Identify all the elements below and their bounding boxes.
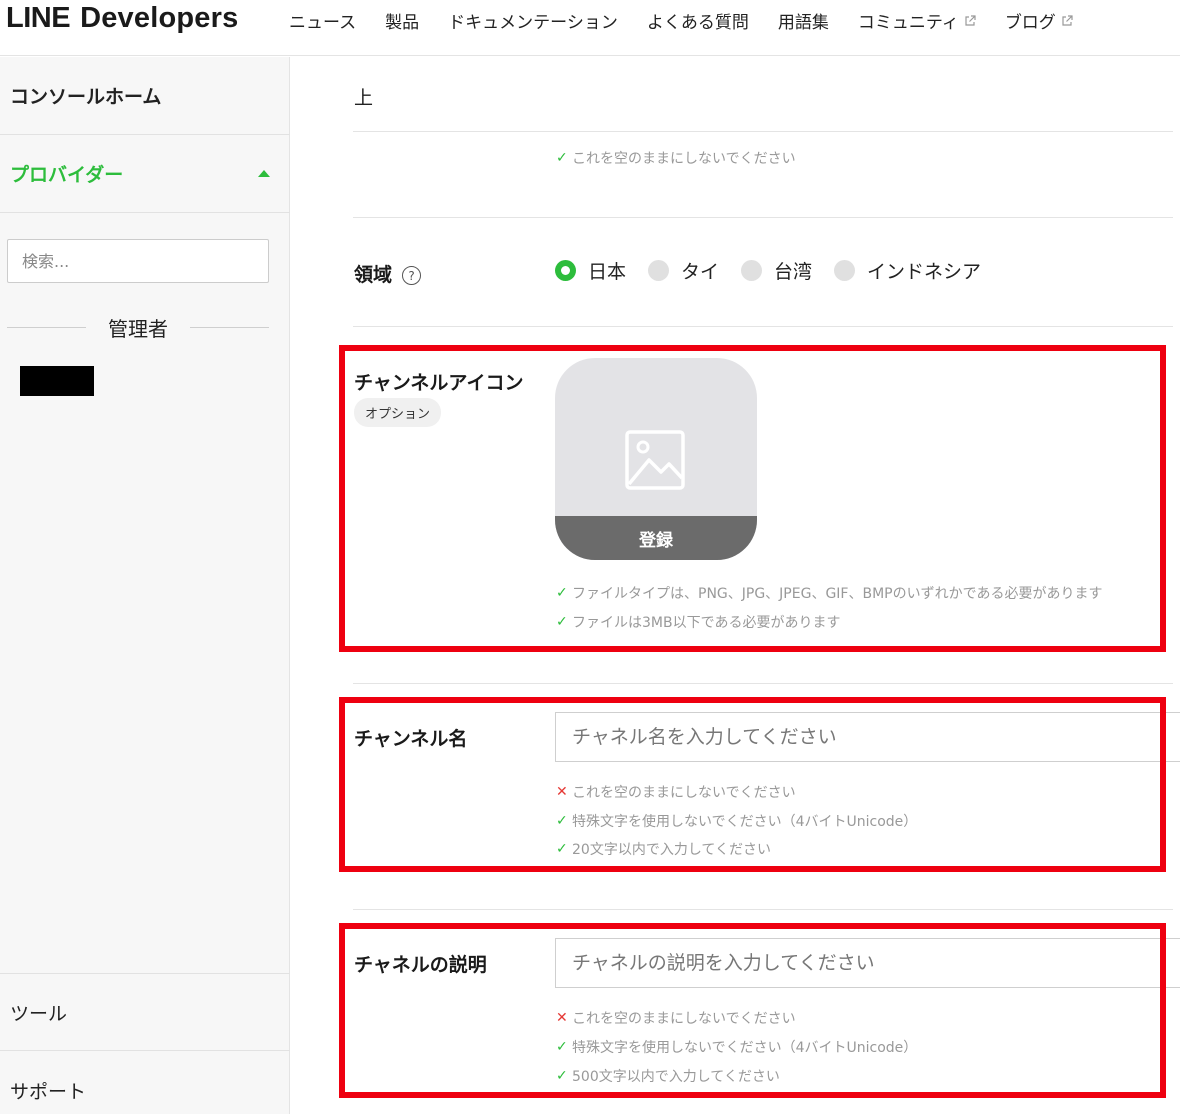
nav-community-label: コミュニティ [857,13,959,33]
region-label: 領域? [354,260,422,287]
nav-community[interactable]: コミュニティ [858,8,976,33]
sidebar-provider-label: プロバイダー [10,164,124,186]
nav-documentation-label: ドキュメンテーション [448,13,618,33]
validation-hint: ✓ これを空のままにしないでください [556,148,796,168]
radio-unselected-icon [834,260,856,281]
region-label-text: 領域 [354,264,393,286]
nav-blog-label: ブログ [1004,13,1056,33]
highlight-box-channel-description [339,923,1166,1098]
check-icon: ✓ [556,150,568,166]
nav-news[interactable]: ニュース [289,8,356,33]
nav-faq-label: よくある質問 [646,13,749,33]
divider-line [7,327,86,328]
top-nav: ニュース 製品 ドキュメンテーション よくある質問 用語集 コミュニティ ブログ [289,8,1102,33]
sidebar-console-home-label: コンソールホーム [10,86,162,108]
nav-blog[interactable]: ブログ [1005,8,1073,33]
sidebar-tools-label: ツール [10,1002,68,1025]
radio-unselected-icon [648,260,670,281]
highlight-box-channel-name [339,697,1166,872]
region-option-thailand[interactable]: タイ [648,257,719,284]
nav-faq[interactable]: よくある質問 [647,8,749,33]
nav-products-label: 製品 [385,13,420,33]
divider-line [190,327,269,328]
external-link-icon [965,14,976,26]
region-option-taiwan[interactable]: 台湾 [741,257,812,284]
sidebar-item-provider[interactable]: プロバイダー [0,135,290,213]
sidebar-support-label: サポート [10,1080,87,1103]
sidebar-search-input[interactable] [7,239,269,283]
nav-glossary[interactable]: 用語集 [778,8,829,33]
previous-field-value: 上 [354,87,374,109]
nav-products[interactable]: 製品 [385,8,419,33]
line-developers-logo[interactable]: LINE Developers [6,2,238,35]
divider [353,217,1173,218]
divider [353,131,1173,132]
region-option-japan[interactable]: 日本 [555,257,626,284]
nav-glossary-label: 用語集 [777,13,829,33]
region-option-label: 台湾 [774,261,813,283]
divider [353,683,1173,684]
sidebar-item-console-home[interactable]: コンソールホーム [0,57,290,135]
divider [353,909,1173,910]
radio-selected-icon [555,260,576,281]
sidebar-item-tools[interactable]: ツール [0,973,290,1051]
logo-line: LINE [6,2,71,34]
radio-unselected-icon [741,260,763,281]
redacted-provider-name[interactable] [20,366,94,396]
region-option-indonesia[interactable]: インドネシア [834,257,981,284]
sidebar-item-support[interactable]: サポート [0,1051,290,1114]
top-header: LINE Developers ニュース 製品 ドキュメンテーション よくある質問… [0,0,1180,56]
divider [353,326,1173,327]
region-radio-group: 日本 タイ 台湾 インドネシア [555,257,1003,284]
admin-divider: 管理者 [7,313,269,342]
admin-label: 管理者 [108,317,168,341]
external-link-icon [1062,14,1073,26]
nav-documentation[interactable]: ドキュメンテーション [448,8,618,33]
logo-developers: Developers [80,2,239,34]
caret-up-icon [258,170,270,177]
hint-text: これを空のままにしないでください [572,151,796,167]
region-option-label: タイ [681,261,720,283]
region-option-label: 日本 [588,261,627,283]
help-icon[interactable]: ? [402,266,422,285]
nav-news-label: ニュース [289,13,357,33]
highlight-box-channel-icon [339,345,1166,652]
region-option-label: インドネシア [867,261,982,283]
sidebar: コンソールホーム プロバイダー 管理者 ツール サポート [0,57,290,1114]
